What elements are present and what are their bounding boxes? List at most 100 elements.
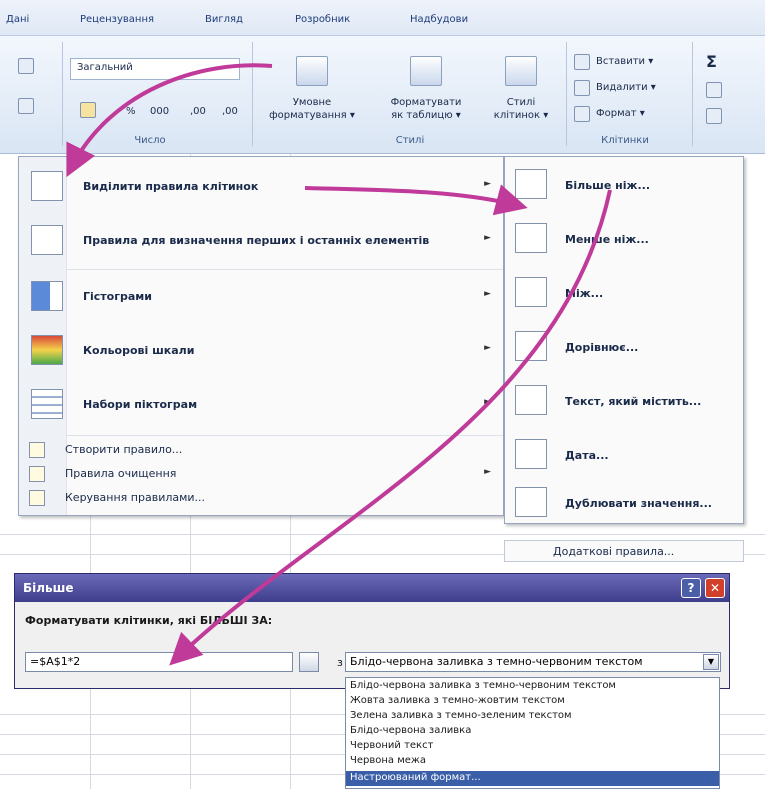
submenu-item-more-rules[interactable]: Додаткові правила... xyxy=(504,540,744,562)
conditional-formatting-menu: Виділити правила клітинок ► Правила для … xyxy=(18,156,504,516)
menu-item-new-rule[interactable]: Створити правило... xyxy=(19,439,505,461)
menu-divider xyxy=(67,435,503,436)
group-separator xyxy=(252,42,253,146)
format-option[interactable]: Зелена заливка з темно-зеленим текстом xyxy=(346,709,719,724)
fill-icon[interactable] xyxy=(706,82,722,98)
insert-button[interactable]: Вставити ▾ xyxy=(596,56,653,67)
menu-divider xyxy=(67,269,503,270)
group-separator xyxy=(692,42,693,146)
connector-label: з xyxy=(337,656,343,669)
dialog-title-bar[interactable]: Більше ? ✕ xyxy=(15,574,729,602)
submenu-item-text-contains[interactable]: Текст, який містить... xyxy=(505,375,745,431)
clear-rules-icon xyxy=(29,466,45,482)
decrease-decimal-button[interactable]: ,00 xyxy=(222,106,238,117)
submenu-item-equal-to[interactable]: Дорівнює... xyxy=(505,321,745,377)
submenu-item-label: Менше ніж... xyxy=(565,233,649,246)
less-than-icon xyxy=(515,223,547,253)
menu-item-label: Правила очищення xyxy=(65,467,177,480)
conditional-label-line2: форматування ▾ xyxy=(269,110,355,121)
conditional-label-line1: Умовне xyxy=(292,97,332,108)
format-option[interactable]: Червона межа xyxy=(346,754,719,769)
menu-item-color-scales[interactable]: Кольорові шкали ► xyxy=(19,325,505,377)
tab-review[interactable]: Рецензування xyxy=(80,14,154,25)
menu-item-highlight-rules[interactable]: Виділити правила клітинок ► xyxy=(19,161,505,213)
date-icon xyxy=(515,439,547,469)
percent-button[interactable]: % xyxy=(126,106,136,117)
as-table-label-line1: Форматувати xyxy=(390,97,462,108)
insert-icon[interactable] xyxy=(574,54,590,70)
tab-data[interactable]: Дані xyxy=(6,14,29,25)
submenu-item-label: Текст, який містить... xyxy=(565,395,702,408)
conditional-formatting-icon[interactable] xyxy=(296,56,328,86)
format-option[interactable]: Жовта заливка з темно-жовтим текстом xyxy=(346,694,719,709)
highlight-rules-icon xyxy=(31,171,63,201)
autosum-button[interactable]: Σ xyxy=(706,52,717,71)
submenu-item-greater-than[interactable]: Більше ніж... xyxy=(505,159,745,215)
submenu-arrow-icon: ► xyxy=(484,289,491,299)
ribbon-tabs: Дані Рецензування Вигляд Розробник Надбу… xyxy=(0,0,765,36)
currency-icon[interactable] xyxy=(80,102,96,118)
submenu-item-label: Дата... xyxy=(565,449,609,462)
format-option[interactable]: Блідо-червона заливка з темно-червоним т… xyxy=(346,679,719,694)
clear-icon[interactable] xyxy=(706,108,722,124)
tab-addins[interactable]: Надбудови xyxy=(410,14,468,25)
greater-than-icon xyxy=(515,169,547,199)
menu-item-label: Кольорові шкали xyxy=(83,344,195,357)
format-dropdown-list: Блідо-червона заливка з темно-червоним т… xyxy=(345,677,720,789)
menu-item-manage-rules[interactable]: Керування правилами... xyxy=(19,487,505,509)
cell-styles-icon[interactable] xyxy=(505,56,537,86)
format-as-table-icon[interactable] xyxy=(410,56,442,86)
help-button[interactable]: ? xyxy=(681,578,701,598)
align-icon[interactable] xyxy=(18,98,34,114)
group-label-number: Число xyxy=(134,135,166,146)
increase-decimal-button[interactable]: ,00 xyxy=(190,106,206,117)
menu-item-label: Правила для визначення перших і останніх… xyxy=(83,234,430,247)
menu-item-clear-rules[interactable]: Правила очищення ► xyxy=(19,463,505,485)
as-table-label-line2: як таблицю ▾ xyxy=(391,110,461,121)
format-option-selected[interactable]: Настроюваний формат... xyxy=(346,771,719,786)
format-as-table-label[interactable]: Форматувати як таблицю ▾ xyxy=(376,96,476,122)
group-separator xyxy=(62,42,63,146)
menu-item-top-bottom-rules[interactable]: Правила для визначення перших і останніх… xyxy=(19,215,505,267)
menu-item-data-bars[interactable]: Гістограми ► xyxy=(19,271,505,323)
row-line xyxy=(0,534,765,535)
submenu-item-duplicate-values[interactable]: Дублювати значення... xyxy=(505,477,745,533)
tab-developer[interactable]: Розробник xyxy=(295,14,350,25)
format-option[interactable]: Блідо-червона заливка xyxy=(346,724,719,739)
group-label-cells: Клітинки xyxy=(601,135,649,146)
threshold-input[interactable]: =$A$1*2 xyxy=(25,652,293,672)
between-icon xyxy=(515,277,547,307)
chevron-down-icon[interactable]: ▼ xyxy=(703,654,719,670)
menu-item-label: Гістограми xyxy=(83,290,152,303)
new-rule-icon xyxy=(29,442,45,458)
menu-item-icon-sets[interactable]: Набори піктограм ► xyxy=(19,379,505,431)
collapse-dialog-icon[interactable] xyxy=(299,652,319,672)
format-icon[interactable] xyxy=(574,106,590,122)
group-label-styles: Стилі xyxy=(395,135,425,146)
tab-view[interactable]: Вигляд xyxy=(205,14,243,25)
submenu-arrow-icon: ► xyxy=(484,233,491,243)
paste-icon[interactable] xyxy=(18,58,34,74)
format-select-value: Блідо-червона заливка з темно-червоним т… xyxy=(350,655,643,668)
top-bottom-icon xyxy=(31,225,63,255)
format-option[interactable]: Червоний текст xyxy=(346,739,719,754)
submenu-item-label: Додаткові правила... xyxy=(553,545,675,558)
submenu-item-label: Більше ніж... xyxy=(565,179,650,192)
number-format-select[interactable]: Загальний xyxy=(70,58,240,80)
submenu-arrow-icon: ► xyxy=(484,467,491,477)
close-button[interactable]: ✕ xyxy=(705,578,725,598)
submenu-item-between[interactable]: Між... xyxy=(505,267,745,323)
delete-button[interactable]: Видалити ▾ xyxy=(596,82,656,93)
conditional-formatting-label[interactable]: Умовне форматування ▾ xyxy=(262,96,362,122)
cell-styles-label-line2: клітинок ▾ xyxy=(493,110,549,121)
format-button[interactable]: Формат ▾ xyxy=(596,108,645,119)
format-select[interactable]: Блідо-червона заливка з темно-червоним т… xyxy=(345,652,721,672)
cell-styles-label[interactable]: Стилі клітинок ▾ xyxy=(478,96,564,122)
dialog-title: Більше xyxy=(23,581,74,595)
submenu-item-less-than[interactable]: Менше ніж... xyxy=(505,213,745,269)
cell-styles-label-line1: Стилі xyxy=(506,97,536,108)
ribbon: Загальний % 000 ,00 ,00 Число Умовне фор… xyxy=(0,36,765,154)
manage-rules-icon xyxy=(29,490,45,506)
delete-icon[interactable] xyxy=(574,80,590,96)
thousands-button[interactable]: 000 xyxy=(150,106,169,117)
